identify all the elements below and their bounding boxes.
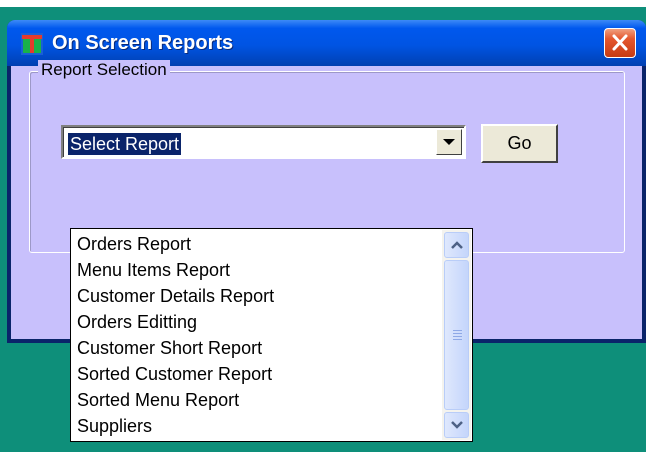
list-item[interactable]: Suppliers xyxy=(77,414,152,438)
scroll-up-button[interactable] xyxy=(444,232,469,258)
desktop-top-strip xyxy=(0,0,646,7)
dropdown-arrow-button[interactable] xyxy=(436,129,462,155)
list-item[interactable]: Orders Editting xyxy=(77,310,197,334)
dropdown-scrollbar[interactable] xyxy=(442,230,471,440)
scroll-thumb[interactable] xyxy=(444,260,469,410)
grip-line xyxy=(453,339,462,340)
list-item[interactable]: Menu Items Report xyxy=(77,258,230,282)
close-icon xyxy=(612,34,628,51)
list-item[interactable]: Customer Short Report xyxy=(77,336,262,360)
report-select-value: Select Report xyxy=(68,133,182,155)
list-item[interactable]: Sorted Menu Report xyxy=(77,388,239,412)
chevron-down-icon xyxy=(443,139,455,145)
group-label: Report Selection xyxy=(38,60,170,80)
list-item[interactable]: Customer Details Report xyxy=(77,284,274,308)
grip-line xyxy=(453,336,462,337)
chevron-down-icon xyxy=(450,421,463,429)
go-button[interactable]: Go xyxy=(481,124,558,163)
grip-line xyxy=(453,330,462,331)
list-item[interactable]: Orders Report xyxy=(77,232,191,256)
chevron-up-icon xyxy=(450,241,463,249)
grip-line xyxy=(453,333,462,334)
report-select[interactable]: Select Report xyxy=(61,125,466,159)
window-title: On Screen Reports xyxy=(52,32,234,54)
report-dropdown-list[interactable]: Orders Report Menu Items Report Customer… xyxy=(70,228,473,442)
app-icon xyxy=(21,33,43,55)
scroll-down-button[interactable] xyxy=(444,412,469,438)
close-button[interactable] xyxy=(604,28,636,58)
list-item[interactable]: Sorted Customer Report xyxy=(77,362,272,386)
